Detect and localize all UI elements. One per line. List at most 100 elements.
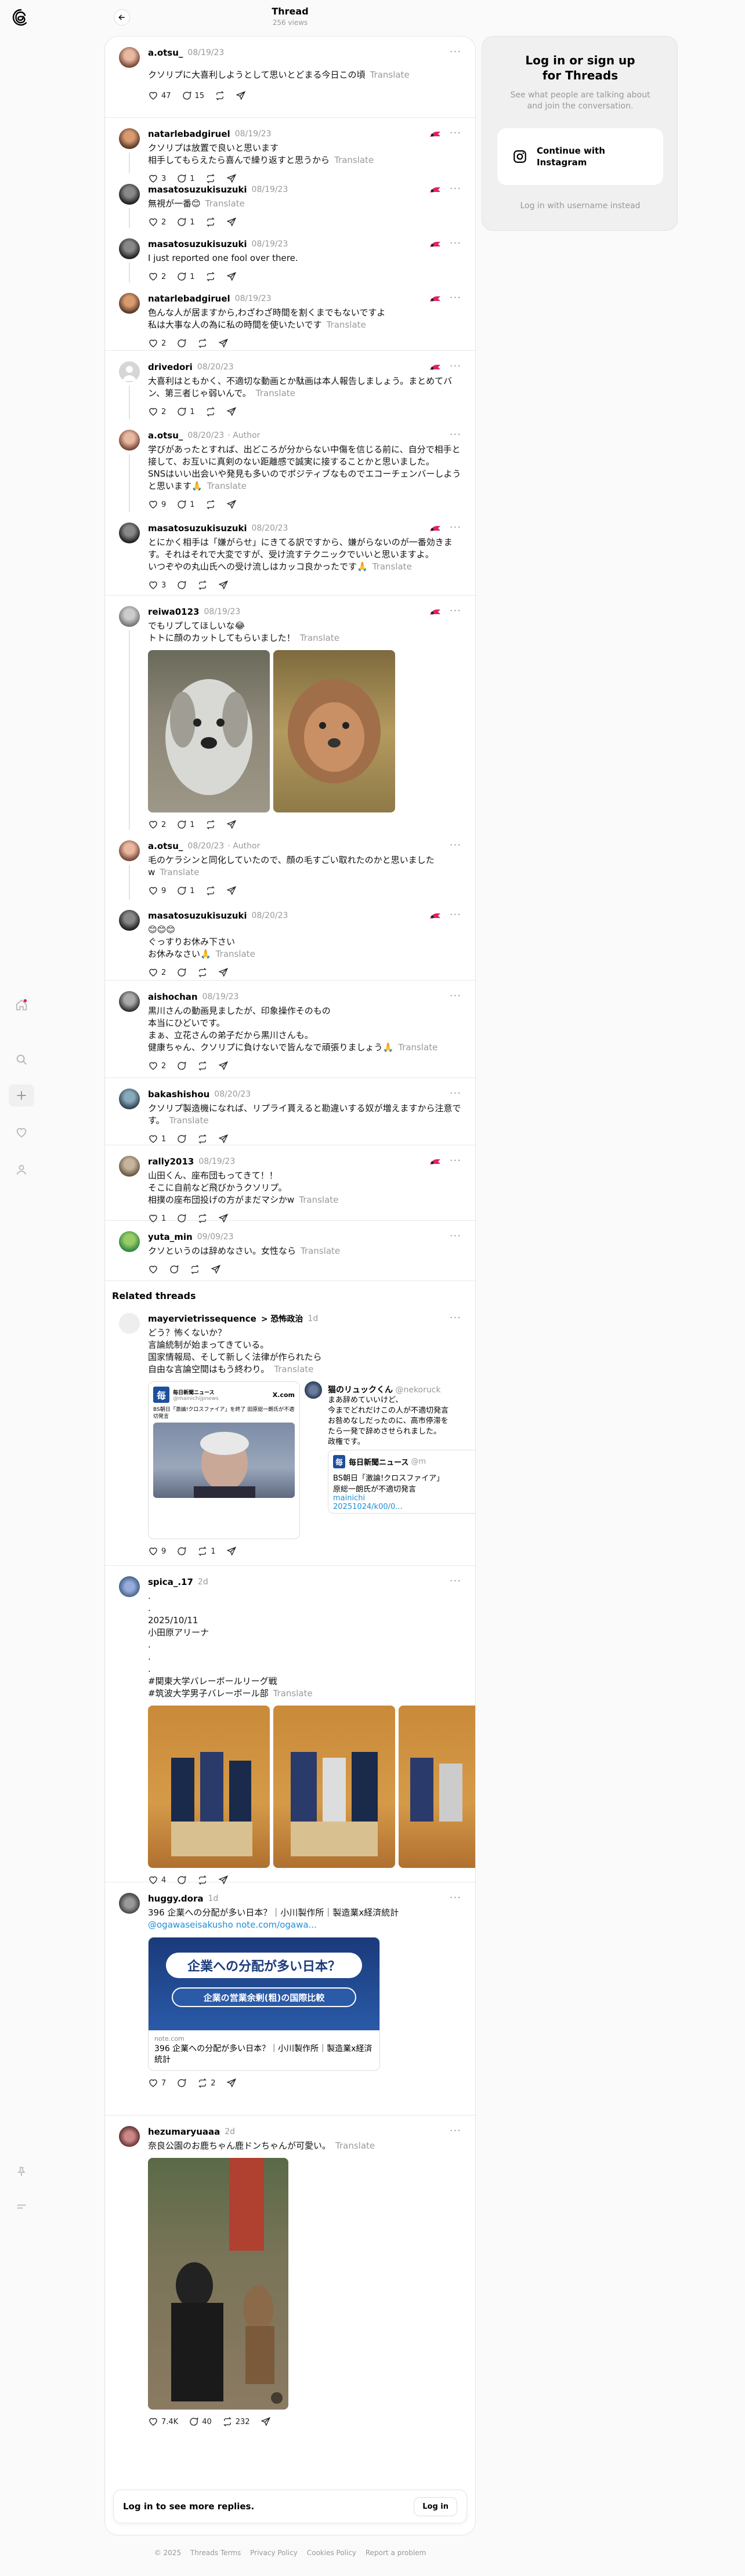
more-options-icon[interactable]: ··· xyxy=(450,1892,461,1904)
username[interactable]: masatosuzukisuzuki xyxy=(148,910,247,921)
username[interactable]: mayervietrissequence xyxy=(148,1314,256,1324)
quoted-post[interactable]: 猫のリュックくん @nekoruck まあ辞めていいけど、 今までどれだけこの人… xyxy=(305,1381,475,1539)
repost-button[interactable]: 1 xyxy=(197,1546,216,1557)
search-icon[interactable] xyxy=(13,1051,30,1068)
avatar[interactable] xyxy=(119,2126,140,2147)
post-date[interactable]: 08/19/23 xyxy=(252,240,288,249)
post-date[interactable]: 08/19/23 xyxy=(198,1157,235,1166)
username-login-link[interactable]: Log in with username instead xyxy=(482,201,678,211)
avatar[interactable] xyxy=(119,1156,140,1177)
like-button[interactable]: 47 xyxy=(148,90,171,101)
post-date[interactable]: 08/20/23 xyxy=(252,911,288,920)
repost-button[interactable]: 232 xyxy=(222,2417,250,2427)
like-button[interactable]: 2 xyxy=(148,217,166,227)
username[interactable]: masatosuzukisuzuki xyxy=(148,239,247,249)
more-options-icon[interactable]: ··· xyxy=(450,1087,461,1100)
profile-icon[interactable] xyxy=(13,1161,30,1178)
avatar[interactable] xyxy=(119,840,140,861)
avatar[interactable] xyxy=(119,1576,140,1597)
more-options-icon[interactable]: ··· xyxy=(450,1575,461,1587)
dog-photo[interactable] xyxy=(273,650,395,812)
username[interactable]: drivedori xyxy=(148,362,193,372)
translate-link[interactable]: Translate xyxy=(274,1364,313,1374)
like-button[interactable] xyxy=(148,1264,158,1275)
like-button[interactable]: 2 xyxy=(148,407,166,417)
post-date[interactable]: 08/20/23 xyxy=(187,431,224,440)
username[interactable]: spica_.17 xyxy=(148,1577,193,1587)
reply-button[interactable]: 1 xyxy=(176,499,195,510)
post-date[interactable]: 08/20/23 xyxy=(252,524,288,533)
like-button[interactable]: 2 xyxy=(148,338,166,349)
post-link[interactable]: @ogawaseisakusho note.com/ogawa... xyxy=(148,1919,461,1931)
pin-icon[interactable] xyxy=(13,2163,30,2180)
username[interactable]: rally2013 xyxy=(148,1156,194,1167)
translate-link[interactable]: Translate xyxy=(398,1042,437,1053)
share-button[interactable] xyxy=(226,1546,237,1557)
privacy-link[interactable]: Privacy Policy xyxy=(250,2549,298,2557)
topic-tag[interactable]: > 恐怖政治 xyxy=(261,1313,303,1325)
share-button[interactable] xyxy=(218,338,229,349)
mute-icon[interactable] xyxy=(271,2392,283,2404)
translate-link[interactable]: Translate xyxy=(335,2140,375,2151)
share-button[interactable] xyxy=(226,499,237,510)
translate-link[interactable]: Translate xyxy=(273,1688,313,1699)
more-options-icon[interactable]: ··· xyxy=(450,1155,461,1167)
reply-button[interactable]: 1 xyxy=(176,407,195,417)
avatar[interactable] xyxy=(119,47,140,68)
share-button[interactable] xyxy=(226,2078,237,2088)
avatar[interactable] xyxy=(119,293,140,314)
post-date[interactable]: 08/19/23 xyxy=(202,992,239,1002)
like-button[interactable]: 9 xyxy=(148,886,166,896)
translate-link[interactable]: Translate xyxy=(256,388,295,398)
more-options-icon[interactable]: ··· xyxy=(450,909,461,921)
volleyball-photo[interactable] xyxy=(273,1706,395,1868)
report-problem-link[interactable]: Report a problem xyxy=(366,2549,426,2557)
share-button[interactable] xyxy=(218,967,229,978)
reply-button[interactable]: 1 xyxy=(176,271,195,282)
share-button[interactable] xyxy=(211,1264,221,1275)
avatar[interactable] xyxy=(119,361,140,382)
share-button[interactable] xyxy=(226,271,237,282)
reply-button[interactable] xyxy=(176,1061,187,1071)
translate-link[interactable]: Translate xyxy=(216,949,255,959)
repost-button[interactable] xyxy=(197,1134,208,1144)
post-date[interactable]: 1d xyxy=(308,1314,318,1323)
reply-button[interactable]: 1 xyxy=(176,819,195,830)
create-icon[interactable] xyxy=(9,1084,34,1106)
heart-icon[interactable] xyxy=(13,1124,30,1141)
avatar[interactable] xyxy=(119,238,140,259)
post-date[interactable]: 2d xyxy=(225,2127,235,2136)
username[interactable]: reiwa0123 xyxy=(148,607,199,617)
repost-button[interactable] xyxy=(205,819,216,830)
repost-button[interactable]: 2 xyxy=(197,2078,216,2088)
share-button[interactable] xyxy=(236,90,246,101)
avatar[interactable] xyxy=(119,991,140,1012)
reply-button[interactable] xyxy=(176,967,187,978)
deer-video[interactable] xyxy=(148,2158,288,2410)
share-button[interactable] xyxy=(226,407,237,417)
repost-button[interactable] xyxy=(205,886,216,896)
more-options-icon[interactable]: ··· xyxy=(450,183,461,195)
repost-button[interactable] xyxy=(215,90,225,101)
login-button[interactable]: Log in xyxy=(414,2497,457,2516)
like-button[interactable]: 2 xyxy=(148,271,166,282)
more-options-icon[interactable]: ··· xyxy=(450,839,461,851)
avatar[interactable] xyxy=(119,1231,140,1252)
share-button[interactable] xyxy=(226,217,237,227)
share-button[interactable] xyxy=(218,1134,229,1144)
translate-link[interactable]: Translate xyxy=(334,155,374,165)
like-button[interactable]: 9 xyxy=(148,1546,166,1557)
post-date[interactable]: 08/20/23 xyxy=(214,1090,251,1099)
post-date[interactable]: 08/19/23 xyxy=(252,185,288,194)
repost-button[interactable] xyxy=(205,407,216,417)
like-button[interactable]: 7 xyxy=(148,2078,166,2088)
username[interactable]: natarlebadgiruel xyxy=(148,293,230,304)
translate-link[interactable]: Translate xyxy=(327,320,366,330)
share-button[interactable] xyxy=(261,2417,271,2427)
like-button[interactable]: 7.4K xyxy=(148,2417,178,2427)
more-options-icon[interactable]: ··· xyxy=(450,521,461,534)
repost-button[interactable] xyxy=(197,338,208,349)
like-button[interactable]: 9 xyxy=(148,499,166,510)
username[interactable]: yuta_min xyxy=(148,1232,193,1242)
link-preview-card[interactable]: 企業への分配が多い日本？ 企業の営業余剰(粗)の国際比較 note.com 39… xyxy=(148,1937,380,2071)
